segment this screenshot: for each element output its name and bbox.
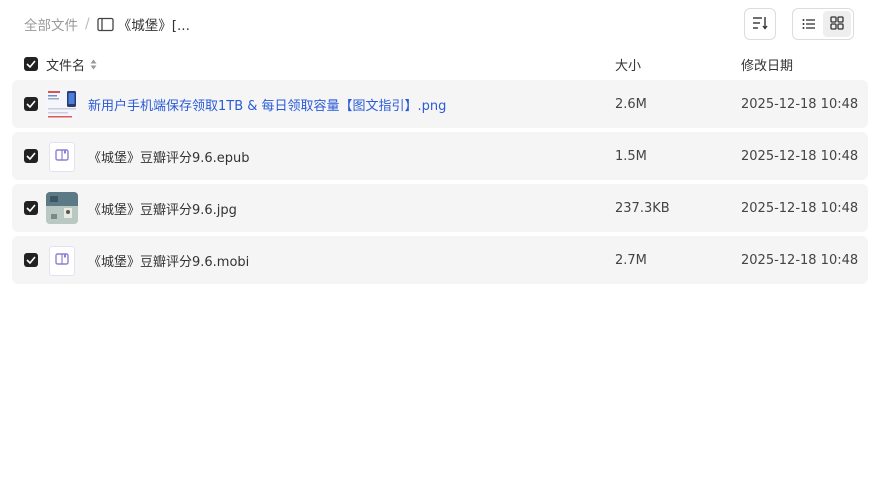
table-row[interactable]: 《城堡》豆瓣评分9.6.jpg 237.3KB 2025-12-18 10:48: [12, 184, 868, 232]
check-icon: [26, 60, 36, 68]
file-size: 237.3KB: [615, 200, 670, 216]
folder-book-icon: [97, 17, 114, 32]
column-header-name[interactable]: 文件名: [46, 55, 97, 74]
table-row[interactable]: 《城堡》豆瓣评分9.6.epub 1.5M 2025-12-18 10:48: [12, 132, 868, 180]
breadcrumb-current: 《城堡》[...: [117, 18, 190, 34]
row-checkbox[interactable]: [24, 201, 38, 215]
column-header-date[interactable]: 修改日期: [741, 55, 793, 74]
file-size: 1.5M: [615, 148, 647, 164]
table-row[interactable]: 《城堡》豆瓣评分9.6.mobi 2.7M 2025-12-18 10:48: [12, 236, 868, 284]
view-toggle: [792, 8, 854, 40]
breadcrumb: 全部文件 / 《城堡》[...: [24, 14, 190, 34]
book-icon: [55, 149, 69, 165]
sort-list-icon: [752, 15, 768, 34]
check-icon: [26, 204, 36, 212]
book-icon: [55, 253, 69, 269]
sort-caret-icon: [90, 59, 97, 70]
list-view-icon: [802, 15, 816, 34]
check-icon: [26, 256, 36, 264]
file-name[interactable]: 《城堡》豆瓣评分9.6.mobi: [88, 251, 249, 270]
file-size: 2.7M: [615, 252, 647, 268]
breadcrumb-root[interactable]: 全部文件: [24, 14, 78, 34]
table-header: 文件名 大小 修改日期: [12, 52, 868, 76]
promo-image-thumbnail: [46, 88, 78, 120]
file-date: 2025-12-18 10:48: [741, 96, 859, 112]
breadcrumb-separator: /: [85, 16, 90, 32]
grid-view-button[interactable]: [823, 11, 851, 37]
cover-image-thumbnail: [46, 192, 78, 224]
check-icon: [26, 152, 36, 160]
file-name[interactable]: 《城堡》豆瓣评分9.6.jpg: [88, 199, 237, 218]
file-date: 2025-12-18 10:48: [741, 200, 859, 216]
column-header-size[interactable]: 大小: [615, 55, 641, 74]
file-name-link[interactable]: 新用户手机端保存领取1TB & 每日领取容量【图文指引】.png: [88, 95, 446, 114]
file-name[interactable]: 《城堡》豆瓣评分9.6.epub: [88, 147, 250, 166]
ebook-file-thumbnail: [49, 142, 75, 172]
select-all-checkbox[interactable]: [24, 57, 38, 71]
check-icon: [26, 100, 36, 108]
file-date: 2025-12-18 10:48: [741, 252, 859, 268]
sort-button[interactable]: [744, 8, 776, 40]
file-date: 2025-12-18 10:48: [741, 148, 859, 164]
row-checkbox[interactable]: [24, 253, 38, 267]
ebook-file-thumbnail: [49, 246, 75, 276]
row-checkbox[interactable]: [24, 97, 38, 111]
column-header-name-label: 文件名: [46, 58, 86, 74]
grid-view-icon: [830, 15, 844, 34]
row-checkbox[interactable]: [24, 149, 38, 163]
file-size: 2.6M: [615, 96, 647, 112]
list-view-button[interactable]: [795, 11, 823, 37]
table-row[interactable]: 新用户手机端保存领取1TB & 每日领取容量【图文指引】.png 2.6M 20…: [12, 80, 868, 128]
